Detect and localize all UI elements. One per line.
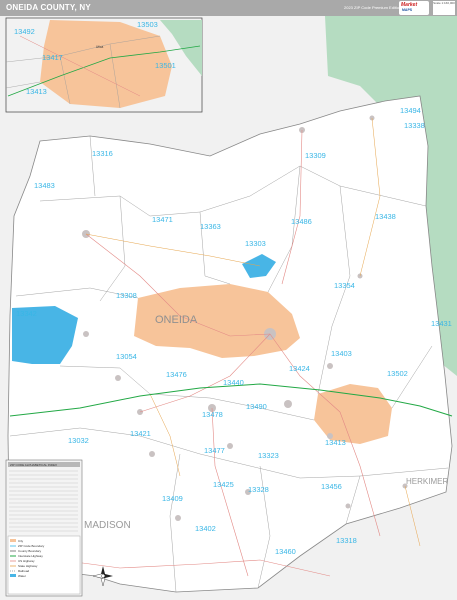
zip-label: 13354 [334, 281, 355, 290]
zip-label: 13501 [155, 61, 176, 70]
zip-label: 13486 [291, 217, 312, 226]
legend-item: Water [18, 574, 26, 578]
zip-label: 13328 [248, 485, 269, 494]
zip-label: 13342 [16, 309, 37, 318]
zip-label: 13476 [166, 370, 187, 379]
legend-item: Railroad [18, 569, 30, 573]
zip-label: 13424 [289, 364, 310, 373]
legend-item: US Highway [18, 559, 35, 563]
zip-label: 13413 [26, 87, 47, 96]
zip-label: 13490 [246, 402, 267, 411]
zip-label: 13421 [130, 429, 151, 438]
zip-label: 13403 [331, 349, 352, 358]
zip-label: 13503 [137, 20, 158, 29]
zip-label: 13338 [404, 121, 425, 130]
zip-label: 13417 [42, 53, 63, 62]
zip-label: 13303 [245, 239, 266, 248]
zip-label: 13456 [321, 482, 342, 491]
zip-label: 13318 [336, 536, 357, 545]
map-title: ONEIDA COUNTY, NY [6, 3, 91, 12]
zip-label: 13363 [200, 222, 221, 231]
legend-item: City [18, 539, 24, 543]
zip-label: 13478 [202, 410, 223, 419]
market-maps-logo: Market MAPS [399, 1, 429, 15]
zip-label: 13032 [68, 436, 89, 445]
zip-label: 13409 [162, 494, 183, 503]
legend-heading: ZIP CODE ALPHABETICAL INDEX [10, 463, 57, 467]
zip-label: 13471 [152, 215, 173, 224]
utica-inset-map: Utica 13492 13503 13417 13501 13413 [5, 17, 203, 113]
zip-label: 13316 [92, 149, 113, 158]
herkimer-label: HERKIMER [406, 477, 448, 486]
county-label: ONEIDA [155, 314, 198, 326]
title-bar: ONEIDA COUNTY, NY 2023 ZIP Code Premium … [0, 0, 457, 16]
inset-city-label: Utica [96, 45, 103, 49]
zip-label: 13502 [387, 369, 408, 378]
zip-label: 13323 [258, 451, 279, 460]
zip-label: 13402 [195, 524, 216, 533]
legend-panel: ZIP CODE ALPHABETICAL INDEX City ZIP Cod… [5, 459, 83, 597]
map-page: ONEIDA COUNTY, NY 2023 ZIP Code Premium … [0, 0, 457, 600]
map-canvas: ONEIDA HERKIMER MADISON 13494 13338 1331… [0, 16, 457, 600]
zip-label: 13492 [14, 27, 35, 36]
zip-label: 13413 [325, 438, 346, 447]
legend-item: ZIP Code Boundary [18, 544, 45, 548]
zip-label: 13460 [275, 547, 296, 556]
legend-item: State Highway [18, 564, 38, 568]
scale-badge: Scale 1:160,000 [433, 1, 455, 15]
zip-label: 13483 [34, 181, 55, 190]
madison-label: MADISON [84, 520, 131, 531]
zip-label: 13440 [223, 378, 244, 387]
zip-label: 13438 [375, 212, 396, 221]
logo-line-2: MAPS [402, 8, 413, 12]
zip-label: 13494 [400, 106, 421, 115]
zip-label: 13477 [204, 446, 225, 455]
legend-item: County Boundary [18, 549, 42, 553]
legend-item: Interstate Highway [18, 554, 43, 558]
edition-label: 2023 ZIP Code Premium Edition [344, 5, 402, 10]
zip-label: 13431 [431, 319, 452, 328]
zip-label: 13425 [213, 480, 234, 489]
zip-label: 13308 [116, 291, 137, 300]
zip-label: 13054 [116, 352, 137, 361]
zip-label: 13309 [305, 151, 326, 160]
